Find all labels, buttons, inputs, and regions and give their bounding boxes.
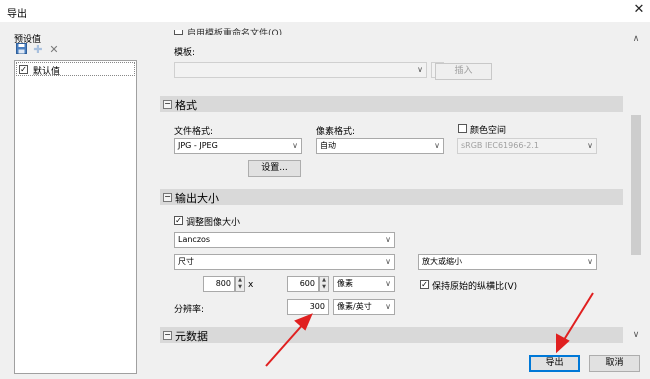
file-format-select[interactable]: JPG - JPEG ∨ <box>174 138 302 154</box>
color-space-checkbox[interactable] <box>458 124 467 133</box>
scroll-down-icon[interactable]: ∨ <box>629 330 643 342</box>
resize-checkbox[interactable]: ✓ <box>174 216 183 225</box>
section-title: 格式 <box>175 99 197 112</box>
list-item[interactable]: ✓ 默认值 <box>16 62 135 77</box>
preset-list[interactable]: ✓ 默认值 <box>14 60 137 374</box>
preset-checkbox[interactable]: ✓ <box>19 65 28 74</box>
output-size-section-header[interactable]: − 输出大小 <box>160 189 623 205</box>
pixel-format-label: 像素格式: <box>316 127 356 137</box>
width-stepper[interactable]: ▲ ▼ <box>235 276 245 292</box>
file-format-label: 文件格式: <box>174 127 214 137</box>
template-checkbox[interactable] <box>174 30 183 35</box>
export-button[interactable]: 导出 <box>529 355 580 372</box>
chevron-down-icon: ∨ <box>385 257 391 266</box>
scroll-thumb[interactable] <box>631 115 641 255</box>
height-input[interactable]: 600 <box>287 276 319 292</box>
chevron-down-icon: ∨ <box>385 279 391 288</box>
resample-value: Lanczos <box>178 235 211 244</box>
template-select[interactable]: ∨ <box>174 62 427 78</box>
metadata-section-header[interactable]: − 元数据 <box>160 327 623 343</box>
chevron-down-icon: ∨ <box>292 141 298 150</box>
height-stepper[interactable]: ▲ ▼ <box>319 276 329 292</box>
file-format-value: JPG - JPEG <box>178 141 218 150</box>
chevron-down-icon: ∨ <box>385 235 391 244</box>
template-option-label: 启用模板重命名文件(O) <box>187 29 283 35</box>
collapse-icon[interactable]: − <box>163 100 172 109</box>
template-label: 模板: <box>174 48 196 58</box>
collapse-icon[interactable]: − <box>163 193 172 202</box>
settings-button[interactable]: 设置... <box>248 160 301 177</box>
resolution-label: 分辨率: <box>174 305 205 315</box>
chevron-down-icon: ∨ <box>434 141 440 150</box>
chevron-down-icon: ∨ <box>587 141 593 150</box>
color-space-value: sRGB IEC61966-2.1 <box>461 141 540 150</box>
save-preset-icon[interactable] <box>14 43 28 57</box>
scale-value: 放大或缩小 <box>422 257 462 266</box>
unit-value: 像素 <box>337 279 353 288</box>
color-space-select[interactable]: sRGB IEC61966-2.1 ∨ <box>457 138 597 154</box>
chevron-down-icon: ∨ <box>587 257 593 266</box>
resolution-unit-value: 像素/英寸 <box>337 302 372 311</box>
preset-item-label: 默认值 <box>33 67 61 77</box>
chevron-down-icon: ∨ <box>417 65 423 74</box>
size-mode-select[interactable]: 尺寸 ∨ <box>174 254 395 270</box>
resolution-unit-select[interactable]: 像素/英寸 ∨ <box>333 299 395 315</box>
add-preset-icon[interactable]: ✚ <box>31 43 45 57</box>
title-bar: 导出 ✕ <box>0 0 650 22</box>
resolution-input[interactable]: 300 <box>287 299 329 315</box>
unit-select[interactable]: 像素 ∨ <box>333 276 395 292</box>
width-input[interactable]: 800 <box>203 276 235 292</box>
scale-select[interactable]: 放大或缩小 ∨ <box>418 254 597 270</box>
chevron-down-icon: ∨ <box>385 302 391 311</box>
close-icon[interactable]: ✕ <box>631 2 647 18</box>
section-title: 输出大小 <box>175 192 219 205</box>
collapse-icon[interactable]: − <box>163 331 172 340</box>
window-title: 导出 <box>7 9 27 20</box>
keep-ratio-checkbox[interactable]: ✓ <box>420 280 429 289</box>
cancel-button[interactable]: 取消 <box>589 355 640 372</box>
size-mode-value: 尺寸 <box>178 257 194 266</box>
color-space-label: 颜色空间 <box>470 126 507 136</box>
scroll-up-icon[interactable]: ∧ <box>629 34 643 46</box>
pixel-format-select[interactable]: 自动 ∨ <box>316 138 444 154</box>
insert-button[interactable]: 插入 <box>435 63 492 80</box>
times-label: x <box>248 280 254 290</box>
delete-preset-icon[interactable]: ✕ <box>47 43 61 57</box>
keep-ratio-label: 保持原始的纵横比(V) <box>432 282 518 292</box>
resample-select[interactable]: Lanczos ∨ <box>174 232 395 248</box>
section-title: 元数据 <box>175 330 208 343</box>
resize-label: 调整图像大小 <box>186 218 241 228</box>
pixel-format-value: 自动 <box>320 141 336 150</box>
settings-scrollbar[interactable]: ∧ ∨ <box>629 28 643 346</box>
format-section-header[interactable]: − 格式 <box>160 96 623 112</box>
